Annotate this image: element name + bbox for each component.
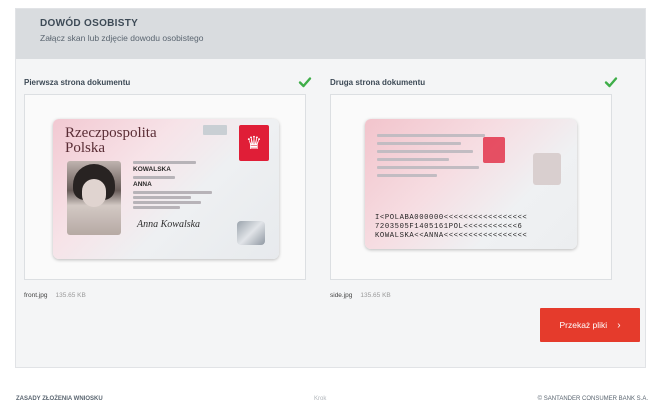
back-card-ghost-photo (533, 153, 561, 185)
card-doc-type (203, 125, 227, 135)
front-document-column: Pierwsza strona dokumentu Rzeczpospolita… (24, 77, 314, 299)
panel-header: DOWÓD OSOBISTY Załącz skan lub zdjęcie d… (16, 9, 645, 59)
card-given-name: ANNA (133, 181, 152, 188)
back-file-info: side.jpg 135.65 KB (330, 292, 391, 299)
footer-copyright: © SANTANDER CONSUMER BANK S.A. (537, 396, 648, 402)
back-card-fields (377, 129, 497, 182)
mrz-line: KOWALSKA<<ANNA<<<<<<<<<<<<<<<<< (375, 232, 528, 240)
footer-step: Krok (314, 396, 327, 402)
footer-rules-link[interactable]: ZASADY ZŁOŻENIA WNIOSKU (16, 396, 103, 402)
card-fields: KOWALSKA ANNA (133, 159, 238, 211)
check-icon (298, 77, 312, 88)
mrz-line: 7203505F1405161POL<<<<<<<<<<<6 (375, 223, 523, 231)
mrz-line: I<POLABA000000<<<<<<<<<<<<<<<<< (375, 214, 528, 222)
page-title: DOWÓD OSOBISTY (40, 18, 139, 29)
card-signature: Anna Kowalska (137, 219, 201, 230)
hologram-icon (237, 221, 265, 245)
check-icon (604, 77, 618, 88)
mrz-zone: I<POLABA000000<<<<<<<<<<<<<<<<< 7203505F1… (375, 214, 527, 241)
back-file-size: 135.65 KB (360, 292, 391, 299)
chevron-right-icon: › (617, 319, 621, 331)
eagle-emblem-icon: ♛ (239, 125, 269, 161)
submit-files-label: Przekaż pliki (559, 320, 608, 330)
front-file-name: front.jpg (24, 292, 48, 299)
card-surname: KOWALSKA (133, 166, 171, 173)
card-country-line2: Polska (65, 140, 106, 156)
back-upload-dropzone[interactable]: I<POLABA000000<<<<<<<<<<<<<<<<< 7203505F1… (330, 94, 612, 280)
front-file-size: 135.65 KB (55, 292, 86, 299)
front-file-info: front.jpg 135.65 KB (24, 292, 86, 299)
back-id-card-image: I<POLABA000000<<<<<<<<<<<<<<<<< 7203505F1… (365, 119, 577, 249)
card-photo (67, 161, 121, 235)
eagle-emblem-icon (483, 137, 505, 163)
back-document-column: Druga strona dokumentu I<POLABA000000<<<… (330, 77, 620, 299)
submit-files-button[interactable]: Przekaż pliki › (540, 308, 640, 342)
back-document-label: Druga strona dokumentu (330, 78, 426, 87)
front-document-label: Pierwsza strona dokumentu (24, 78, 131, 87)
front-id-card-image: Rzeczpospolita Polska ♛ KOWALSKA ANNA An… (53, 119, 279, 259)
page-subtitle: Załącz skan lub zdjęcie dowodu osobisteg… (40, 33, 204, 43)
back-file-name: side.jpg (330, 292, 353, 299)
front-upload-dropzone[interactable]: Rzeczpospolita Polska ♛ KOWALSKA ANNA An… (24, 94, 306, 280)
